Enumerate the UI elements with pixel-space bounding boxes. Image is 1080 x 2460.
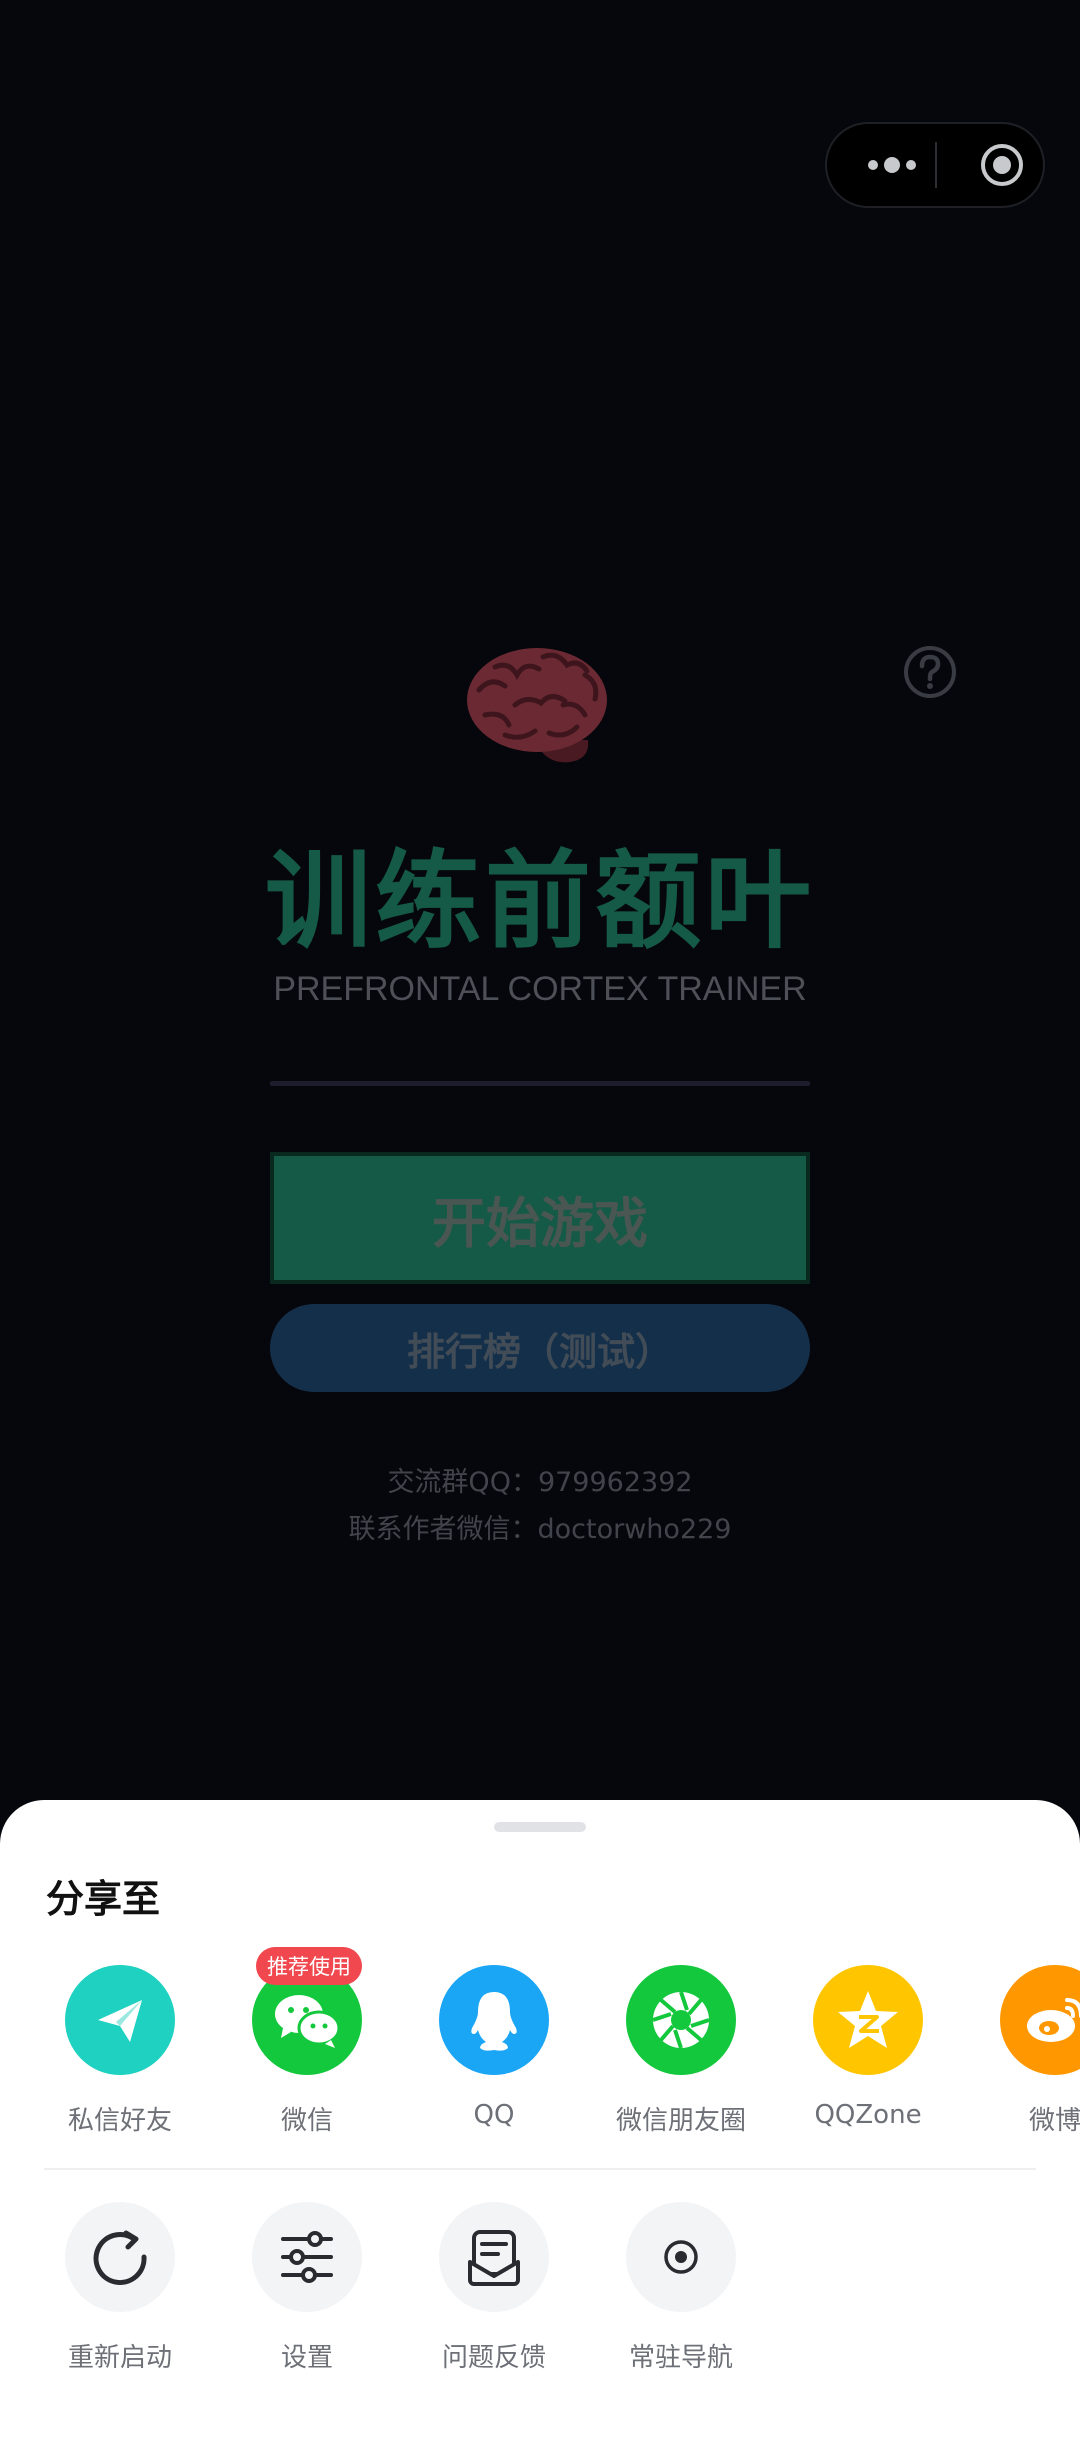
app-screen: 训练前额叶 PREFRONTAL CORTEX TRAINER 开始游戏 排行榜… — [0, 0, 1080, 2460]
action-label: 设置 — [280, 2343, 333, 2373]
qzone-star-icon — [813, 1965, 923, 2075]
author-wechat-text: 联系作者微信：doctorwho229 — [348, 1514, 732, 1545]
help-icon[interactable] — [903, 645, 957, 699]
share-label: QQ — [473, 2100, 515, 2130]
settings-action[interactable]: 设置 — [217, 2202, 397, 2382]
share-sheet: 分享至 私信好友 微信 推荐使用 QQ 微信朋友圈 QQZone 微博 重新启动… — [0, 1800, 1080, 2460]
share-label: 微信朋友圈 — [615, 2106, 746, 2136]
share-label: 私信好友 — [67, 2106, 172, 2136]
miniprogram-capsule — [825, 122, 1045, 208]
action-label: 问题反馈 — [441, 2343, 546, 2373]
pin-nav-icon — [626, 2202, 736, 2312]
start-game-button[interactable]: 开始游戏 — [270, 1152, 810, 1284]
share-private-message[interactable]: 私信好友 — [30, 1965, 210, 2145]
game-subtitle: PREFRONTAL CORTEX TRAINER — [273, 970, 807, 1008]
share-weibo[interactable]: 微博 — [965, 1965, 1080, 2145]
restart-action[interactable]: 重新启动 — [30, 2202, 210, 2382]
restart-icon — [65, 2202, 175, 2312]
share-qzone[interactable]: QQZone — [778, 1965, 958, 2145]
weibo-icon — [1000, 1965, 1080, 2075]
paper-plane-icon — [65, 1965, 175, 2075]
share-qq[interactable]: QQ — [404, 1965, 584, 2145]
share-label: QQZone — [814, 2100, 922, 2130]
qq-group-text: 交流群QQ：979962392 — [387, 1467, 693, 1498]
sheet-separator — [44, 2168, 1036, 2170]
share-wechat[interactable]: 微信 — [217, 1965, 397, 2145]
action-label: 重新启动 — [67, 2343, 172, 2373]
close-miniprogram-button[interactable] — [967, 124, 1037, 206]
share-sheet-title: 分享至 — [46, 1877, 161, 1921]
more-dots-icon — [868, 157, 916, 173]
brain-icon — [467, 648, 607, 763]
share-label: 微博 — [1028, 2106, 1080, 2136]
leaderboard-button[interactable]: 排行榜（测试） — [270, 1304, 810, 1392]
moments-shutter-icon — [626, 1965, 736, 2075]
game-title: 训练前额叶 — [265, 840, 815, 963]
divider-line — [270, 1081, 810, 1086]
recommended-badge: 推荐使用 — [256, 1947, 362, 1985]
share-wechat-moments[interactable]: 微信朋友圈 — [591, 1965, 771, 2145]
settings-sliders-icon — [252, 2202, 362, 2312]
capsule-divider — [935, 142, 937, 188]
target-close-icon — [981, 144, 1023, 186]
action-label: 常驻导航 — [628, 2343, 733, 2373]
qq-penguin-icon — [439, 1965, 549, 2075]
share-label: 微信 — [280, 2106, 333, 2136]
more-menu-button[interactable] — [857, 124, 927, 206]
sheet-drag-handle[interactable] — [494, 1822, 586, 1832]
feedback-icon — [439, 2202, 549, 2312]
pin-navigation-action[interactable]: 常驻导航 — [591, 2202, 771, 2382]
feedback-action[interactable]: 问题反馈 — [404, 2202, 584, 2382]
